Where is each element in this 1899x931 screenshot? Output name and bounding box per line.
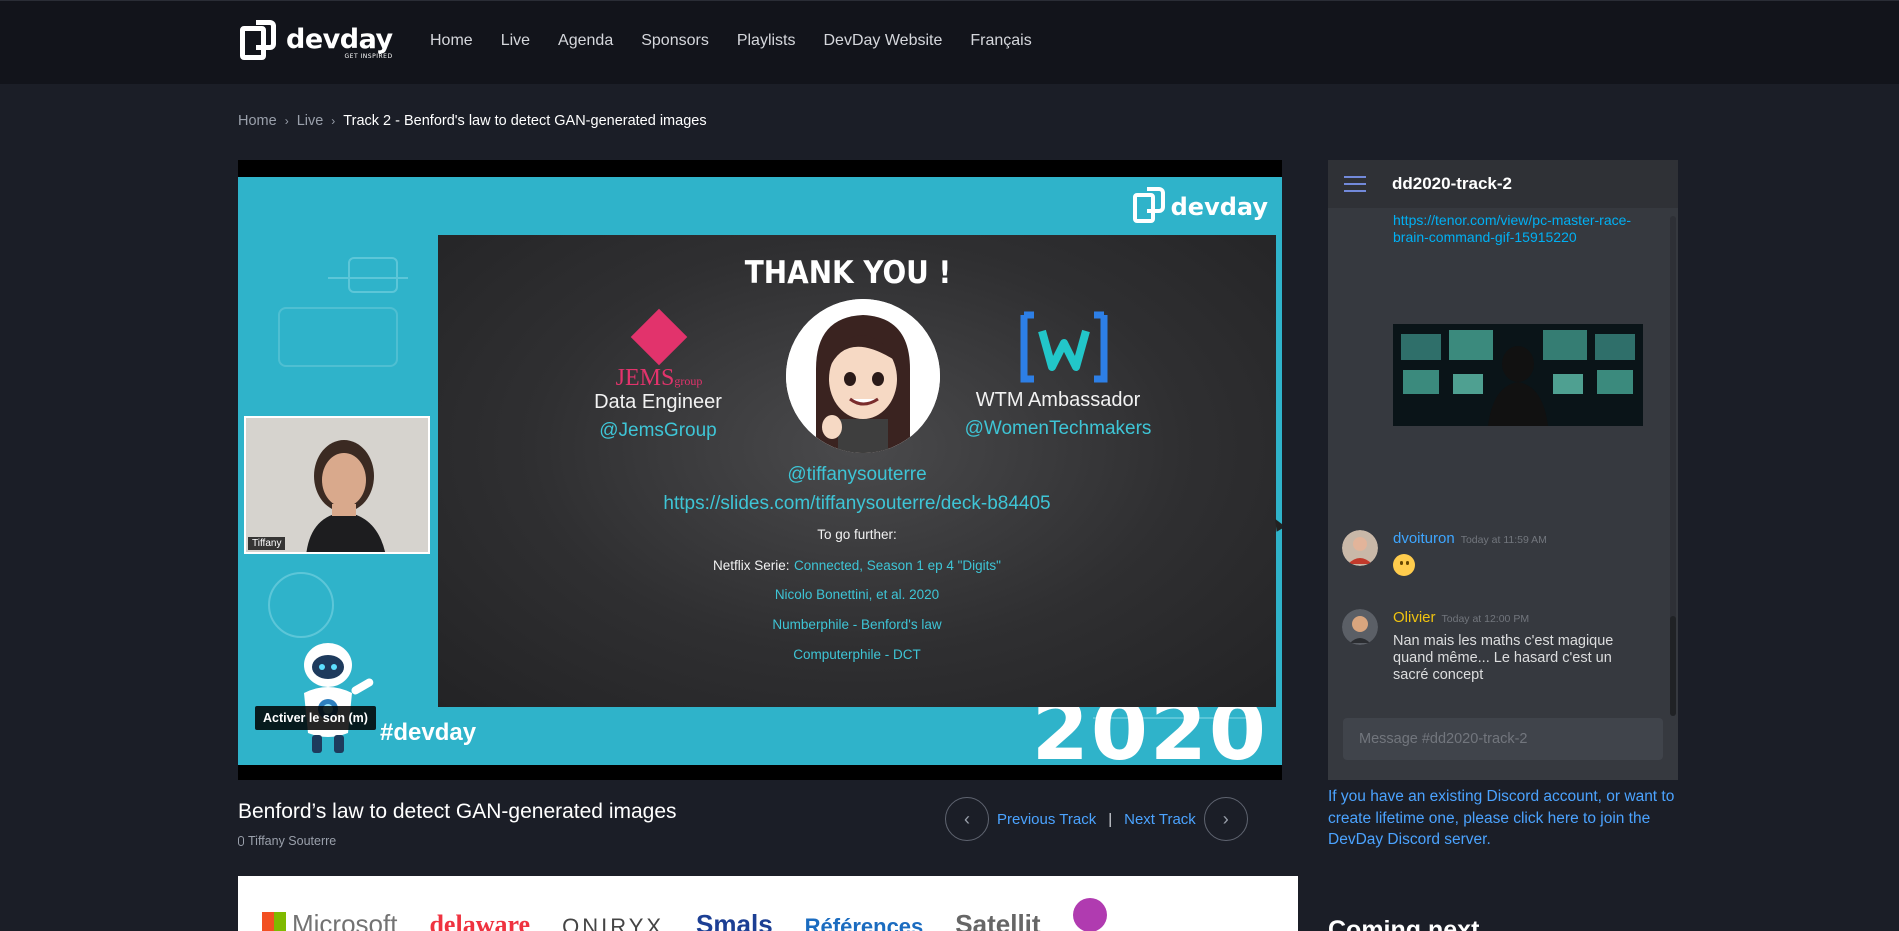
wtm-logo-icon <box>1020 311 1108 383</box>
sponsor-strip: Microsoft delaware ONIRYX Smals Référenc… <box>238 876 1298 931</box>
channel-name: dd2020-track-2 <box>1392 174 1513 193</box>
nav-item-language[interactable]: Français <box>970 32 1031 50</box>
left-handle: @JemsGroup <box>599 420 717 441</box>
message-author[interactable]: dvoituron <box>1393 530 1455 547</box>
slide-logo-text: devday <box>1170 193 1268 221</box>
gif-embed[interactable] <box>1393 324 1643 426</box>
track-separator: | <box>1108 810 1113 828</box>
message-timestamp: Today at 12:00 PM <box>1441 613 1530 625</box>
message-link[interactable]: https://tenor.com/view/pc-master-race-br… <box>1393 212 1653 246</box>
slide-frame: devday 2020 #devday THANK YOU ! JEMSgrou… <box>238 177 1282 765</box>
chat-messages[interactable]: https://tenor.com/view/pc-master-race-br… <box>1328 208 1670 712</box>
decor-line <box>328 277 408 279</box>
breadcrumb-home[interactable]: Home <box>238 113 277 129</box>
slide-thanks: THANK YOU ! <box>744 255 952 291</box>
slightly-smiling-face-icon <box>1393 554 1415 576</box>
breadcrumb-live[interactable]: Live <box>297 113 324 129</box>
right-role: WTM Ambassador <box>975 389 1141 411</box>
avatar <box>1342 609 1378 645</box>
speaker-webcam: Tiffany <box>244 416 430 554</box>
unmute-button[interactable]: Activer le son (m) <box>255 706 376 730</box>
sponsor-smals[interactable]: Smals <box>696 909 773 931</box>
sponsor-satellit[interactable]: Satellit <box>955 909 1040 931</box>
nav-item-playlists[interactable]: Playlists <box>737 32 796 50</box>
nav-links: Home Live Agenda Sponsors Playlists DevD… <box>430 32 1060 50</box>
message-input[interactable]: Message #dd2020-track-2 <box>1343 718 1663 760</box>
right-handle: @WomenTechmakers <box>964 418 1152 439</box>
decor-shape <box>278 307 398 367</box>
deck-url: https://slides.com/tiffanysouterre/deck-… <box>663 493 1051 514</box>
slide-hashtag: #devday <box>380 719 477 746</box>
video-player[interactable]: devday 2020 #devday THANK YOU ! JEMSgrou… <box>238 160 1282 780</box>
sponsor-logo-icon[interactable] <box>1072 898 1107 931</box>
cartoon-avatar-icon <box>786 299 940 453</box>
slide-devday-logo: devday <box>1131 187 1268 227</box>
speaker-photo <box>246 418 428 552</box>
chevron-right-icon: › <box>1222 808 1229 829</box>
chevron-left-icon: ‹ <box>964 808 970 829</box>
nav-item-devday-website[interactable]: DevDay Website <box>824 32 943 50</box>
ref-3: Computerphile - DCT <box>793 647 921 662</box>
chevron-right-icon: › <box>331 114 336 128</box>
slide-content-panel: THANK YOU ! JEMSgroup Data Engineer @Jem… <box>438 235 1282 707</box>
discord-chat-widget: dd2020-track-2 https://tenor.com/view/pc… <box>1328 160 1678 780</box>
microphone-icon <box>238 836 244 846</box>
previous-track-link[interactable]: Previous Track <box>997 811 1096 828</box>
netflix-label: Netflix Serie: <box>713 558 790 573</box>
nav-item-home[interactable]: Home <box>430 32 473 50</box>
speaker-name: Tiffany Souterre <box>248 834 337 848</box>
message-timestamp: Today at 11:59 AM <box>1460 534 1547 546</box>
devday-logo[interactable]: devday GET INSPIRED <box>238 19 393 67</box>
message-text: Nan mais les maths c'est magique quand m… <box>1393 633 1614 684</box>
sponsor-delaware[interactable]: delaware <box>429 910 530 931</box>
avatar <box>1342 530 1378 566</box>
pip-label: Tiffany <box>248 537 286 550</box>
left-role: Data Engineer <box>594 391 722 413</box>
message-author[interactable]: Olivier <box>1393 609 1436 626</box>
jems-company-sub: group <box>674 374 703 388</box>
sponsor-references[interactable]: Références <box>805 914 924 931</box>
nav-item-live[interactable]: Live <box>501 32 530 50</box>
nav-item-sponsors[interactable]: Sponsors <box>641 32 709 50</box>
talk-speaker: Tiffany Souterre <box>238 834 336 848</box>
hamburger-menu-icon[interactable] <box>1344 176 1366 192</box>
gif-image <box>1393 324 1643 426</box>
speaker-handle: @tiffanysouterre <box>787 464 927 485</box>
discord-join-link[interactable]: If you have an existing Discord account,… <box>1328 786 1688 851</box>
robot-mascot-icon <box>304 643 374 753</box>
devday-logo-icon <box>1131 187 1167 227</box>
sponsor-oniryx[interactable]: ONIRYX <box>562 914 664 931</box>
go-further: To go further: <box>817 527 897 542</box>
sponsor-microsoft[interactable]: Microsoft <box>262 909 397 931</box>
microsoft-logo-icon <box>262 912 286 931</box>
speaker-avatar <box>786 299 940 453</box>
breadcrumb: Home › Live › Track 2 - Benford's law to… <box>238 113 707 129</box>
nav-item-agenda[interactable]: Agenda <box>558 32 613 50</box>
chevron-right-icon: › <box>284 114 289 128</box>
next-track-button[interactable]: › <box>1203 797 1248 841</box>
next-track-link[interactable]: Next Track <box>1124 811 1196 828</box>
ref-1: Nicolo Bonettini, et al. 2020 <box>774 587 940 602</box>
track-navigation: ‹ Previous Track | Next Track › <box>945 797 1248 841</box>
logo-text: devday <box>286 24 393 55</box>
chat-header: dd2020-track-2 <box>1328 160 1678 208</box>
decor-circle <box>268 572 334 638</box>
top-navigation: devday GET INSPIRED Home Live Agenda Spon… <box>0 0 1899 84</box>
jems-logo: JEMSgroup <box>604 308 714 392</box>
breadcrumb-current: Track 2 - Benford's law to detect GAN-ge… <box>343 113 707 129</box>
netflix-link: Connected, Season 1 ep 4 "Digits" <box>794 558 1001 573</box>
jems-company: JEMS <box>615 365 675 391</box>
ref-2: Numberphile - Benford's law <box>772 617 942 632</box>
devday-logo-icon <box>238 20 280 66</box>
decor-shape <box>348 257 398 293</box>
talk-title: Benford’s law to detect GAN-generated im… <box>238 800 677 823</box>
chat-scrollbar[interactable] <box>1670 216 1676 716</box>
coming-next-heading: Coming next <box>1328 916 1480 931</box>
previous-track-button[interactable]: ‹ <box>945 797 989 841</box>
jems-diamond-icon <box>630 308 688 366</box>
